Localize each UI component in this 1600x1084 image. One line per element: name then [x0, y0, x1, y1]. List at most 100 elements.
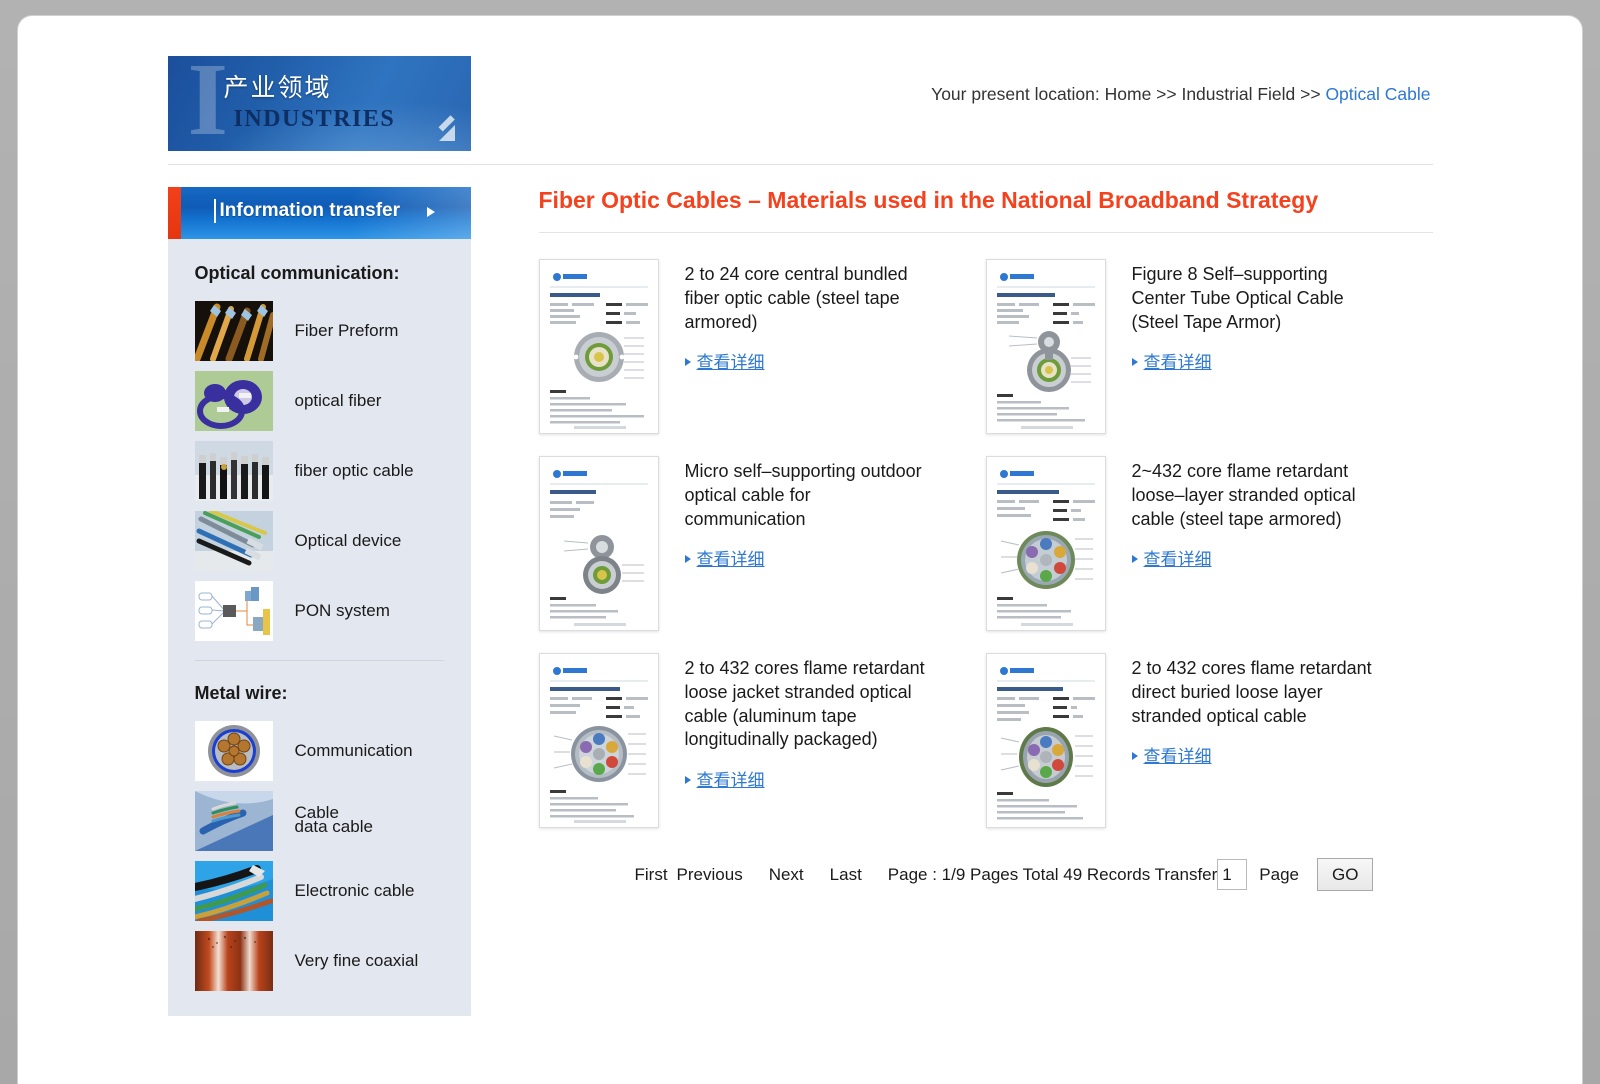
chevron-right-icon [426, 207, 435, 217]
page-root: I 产业领域 INDUSTRIES Your present location:… [167, 16, 1433, 1016]
sidebar-header-label: Information transfer [213, 199, 401, 223]
view-detail-link[interactable]: 查看详细 [1131, 742, 1212, 767]
arrow-down-right-icon [438, 115, 455, 141]
browser-viewport: I 产业领域 INDUSTRIES Your present location:… [18, 16, 1582, 1084]
industries-banner: I 产业领域 INDUSTRIES [167, 56, 471, 151]
page-title: Fiber Optic Cables – Materials used in t… [538, 187, 1319, 213]
coaxial-thumb [194, 931, 273, 991]
view-detail-link[interactable]: 查看详细 [1131, 348, 1212, 374]
sidebar-body: Optical communication: Fiber Preform opt… [167, 239, 471, 1016]
sidebar: Information transfer Optical communicati… [167, 187, 471, 1016]
product-name: 2 to 24 core central bundled fiber optic… [684, 264, 908, 332]
view-detail-link[interactable]: 查看详细 [684, 766, 765, 791]
pager-page-suffix: Page [1259, 864, 1299, 884]
view-detail-label: 查看详细 [1143, 353, 1212, 374]
product-card[interactable]: Figure 8 Self–supporting Center Tube Opt… [985, 259, 1433, 434]
product-card[interactable]: 2~432 core flame retardant loose–layer s… [985, 456, 1433, 631]
view-detail-label: 查看详细 [696, 550, 765, 571]
data-cable-thumb [194, 791, 273, 851]
product-info: 2 to 24 core central bundled fiber optic… [659, 259, 935, 434]
sidebar-item-label-line2: data cable [294, 817, 373, 836]
sidebar-item-very-fine-coaxial[interactable]: Very fine coaxial [168, 926, 471, 996]
product-row: 2 to 24 core central bundled fiber optic… [538, 259, 1433, 434]
sidebar-item-pon-system[interactable]: PON system [168, 576, 471, 646]
product-card[interactable]: 2 to 432 cores flame retardant loose jac… [538, 653, 986, 828]
product-grid: 2 to 24 core central bundled fiber optic… [538, 259, 1433, 828]
datasheet-loose-jacket-cable-thumb[interactable] [538, 653, 659, 828]
datasheet-stranded-cable-thumb[interactable] [985, 456, 1106, 631]
sidebar-item-fiber-optic-cable[interactable]: fiber optic cable [168, 436, 471, 506]
pon-system-thumb [194, 581, 273, 641]
fiber-preform-thumb [194, 301, 273, 361]
product-info: 2 to 432 cores flame retardant direct bu… [1106, 653, 1382, 828]
triangle-right-icon [684, 776, 691, 784]
breadcrumb-current-link[interactable]: Optical Cable [1325, 84, 1430, 104]
datasheet-micro-figure8-cable-thumb[interactable] [538, 456, 659, 631]
view-detail-link[interactable]: 查看详细 [1131, 545, 1212, 571]
sidebar-divider [194, 660, 444, 661]
triangle-right-icon [1131, 555, 1138, 564]
datasheet-direct-buried-cable-thumb[interactable] [985, 653, 1106, 828]
product-info: Micro self–supporting outdoor optical ca… [659, 456, 935, 631]
sidebar-item-optical-device[interactable]: Optical device [168, 506, 471, 576]
sidebar-item-label: Cable data cable [273, 804, 373, 838]
breadcrumb: Your present location: Home >> Industria… [931, 84, 1430, 105]
view-detail-link[interactable]: 查看详细 [684, 348, 765, 374]
view-detail-label: 查看详细 [696, 771, 765, 791]
datasheet-round-cable-thumb[interactable] [538, 259, 659, 434]
triangle-right-icon [1131, 752, 1138, 761]
product-card[interactable]: 2 to 24 core central bundled fiber optic… [538, 259, 986, 434]
view-detail-label: 查看详细 [1143, 550, 1212, 571]
page-header: I 产业领域 INDUSTRIES Your present location:… [167, 40, 1433, 160]
body-columns: Information transfer Optical communicati… [167, 165, 1433, 1016]
sidebar-item-fiber-preform[interactable]: Fiber Preform [168, 296, 471, 366]
product-name: 2 to 432 cores flame retardant loose jac… [684, 658, 925, 750]
product-name: Micro self–supporting outdoor optical ca… [684, 461, 922, 529]
view-detail-label: 查看详细 [696, 353, 765, 374]
pager-status-text: Page : 1/9 Pages Total 49 Records Transf… [887, 864, 1218, 884]
triangle-right-icon [684, 358, 691, 367]
banner-letter-i: I [187, 56, 228, 151]
device-frame: I 产业领域 INDUSTRIES Your present location:… [0, 0, 1600, 1084]
go-button[interactable]: GO [1317, 858, 1374, 891]
product-name: Figure 8 Self–supporting Center Tube Opt… [1131, 264, 1344, 332]
pager-next-button[interactable]: Next [769, 865, 804, 885]
product-info: 2~432 core flame retardant loose–layer s… [1106, 456, 1382, 631]
product-row: 2 to 432 cores flame retardant loose jac… [538, 653, 1433, 828]
pager-previous-button[interactable]: Previous [677, 865, 743, 885]
optical-fiber-thumb [194, 371, 273, 431]
product-name: 2 to 432 cores flame retardant direct bu… [1131, 658, 1372, 726]
sidebar-item-label: optical fiber [294, 391, 382, 411]
sidebar-item-label: PON system [294, 601, 390, 621]
fiber-optic-cable-thumb [194, 441, 273, 501]
product-name: 2~432 core flame retardant loose–layer s… [1131, 461, 1356, 529]
breadcrumb-prefix: Your present location: Home >> Industria… [931, 84, 1326, 104]
sidebar-group-title-metal: Metal wire: [194, 683, 288, 703]
sidebar-item-label: Optical device [294, 531, 402, 551]
banner-title-english: INDUSTRIES [233, 106, 396, 132]
product-card[interactable]: Micro self–supporting outdoor optical ca… [538, 456, 986, 631]
sidebar-item-electronic-cable[interactable]: Electronic cable [168, 856, 471, 926]
sidebar-item-communication[interactable]: Communication [168, 716, 471, 786]
pager-first-button[interactable]: First [635, 865, 668, 885]
datasheet-figure8-cable-thumb[interactable] [985, 259, 1106, 434]
view-detail-link[interactable]: 查看详细 [684, 545, 765, 571]
title-divider [538, 232, 1433, 233]
page-number-input[interactable] [1217, 859, 1248, 890]
sidebar-item-data-cable[interactable]: Cable data cable [168, 786, 471, 856]
communication-cable-thumb [194, 721, 273, 781]
pagination: First Previous Next Last Page : 1/9 Page… [539, 858, 1433, 891]
electronic-cable-thumb [194, 861, 273, 921]
product-info: Figure 8 Self–supporting Center Tube Opt… [1106, 259, 1382, 434]
sidebar-header[interactable]: Information transfer [167, 187, 471, 239]
sidebar-item-optical-fiber[interactable]: optical fiber [168, 366, 471, 436]
pager-last-button[interactable]: Last [830, 865, 862, 885]
triangle-right-icon [1131, 358, 1138, 367]
sidebar-item-label: Electronic cable [294, 881, 415, 901]
sidebar-item-label: Fiber Preform [294, 321, 399, 341]
sidebar-group-title-optical: Optical communication: [194, 263, 400, 283]
product-card[interactable]: 2 to 432 cores flame retardant direct bu… [985, 653, 1433, 828]
triangle-right-icon [684, 555, 691, 564]
main-content: Fiber Optic Cables – Materials used in t… [471, 187, 1433, 891]
sidebar-item-label: fiber optic cable [294, 461, 414, 481]
